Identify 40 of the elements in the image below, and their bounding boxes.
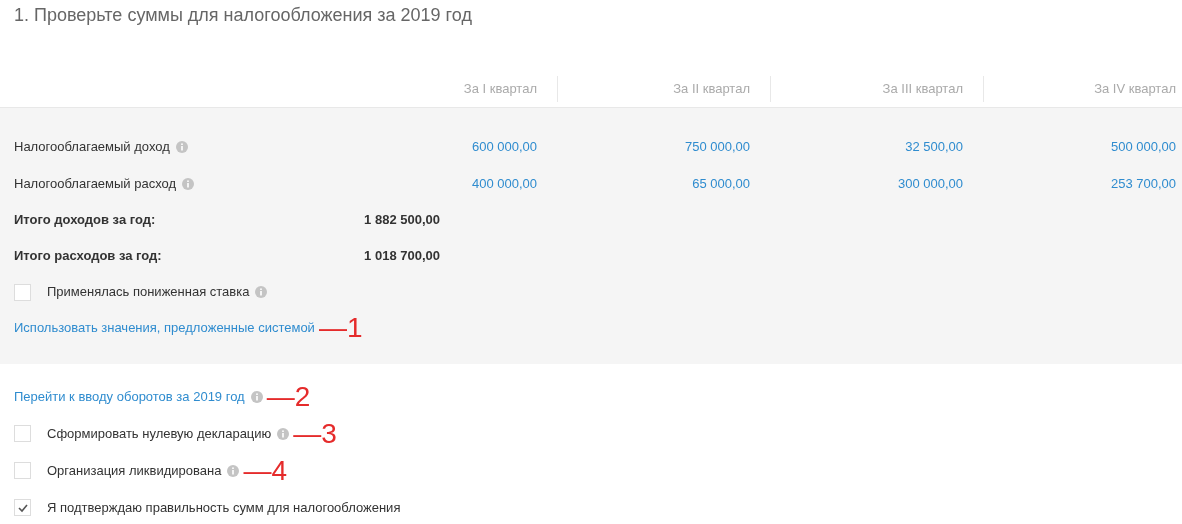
total-label: Итого доходов за год: [14, 211, 157, 230]
annotation-number: —1 [318, 314, 363, 342]
total-label: Итого расходов за год: [14, 247, 163, 266]
amount-link[interactable]: 65 000,00 [543, 173, 756, 194]
checkbox-label: Сформировать нулевую декларацию [47, 424, 272, 443]
checkbox-label: Применялась пониженная ставка [47, 283, 250, 302]
checkbox[interactable] [14, 462, 31, 479]
annotation-number: —3 [293, 419, 337, 448]
info-icon[interactable] [175, 140, 188, 153]
column-header: За IV квартал [983, 75, 1182, 102]
checkbox[interactable] [14, 283, 31, 301]
amount-link[interactable]: 600 000,00 [330, 136, 543, 157]
info-icon[interactable] [250, 390, 263, 403]
total-value: 1 018 700,00 [363, 247, 440, 266]
amount-link[interactable]: 300 000,00 [756, 173, 969, 194]
annotation-number: —4 [243, 456, 287, 485]
annotation-number: —2 [266, 382, 311, 411]
amount-link[interactable]: 500 000,00 [969, 136, 1182, 157]
amount-link[interactable]: 400 000,00 [330, 173, 543, 194]
info-icon[interactable] [182, 177, 195, 190]
checkbox-label: Я подтверждаю правильность сумм для налогообложения [47, 498, 401, 517]
amount-link[interactable]: 32 500,00 [756, 136, 969, 157]
checkbox-label: Организация ликвидирована [47, 461, 222, 480]
checkbox[interactable] [14, 499, 31, 516]
row-label: Налогооблагаемый расход [14, 174, 177, 193]
column-header: За III квартал [770, 75, 969, 102]
row-label: Налогооблагаемый доход [14, 137, 170, 156]
amount-link[interactable]: 253 700,00 [969, 173, 1182, 194]
column-header: За I квартал [462, 79, 538, 98]
checkbox[interactable] [14, 425, 31, 442]
page-title: 1. Проверьте суммы для налогообложения за 2019 год [13, 4, 473, 27]
info-icon[interactable] [227, 464, 240, 477]
info-icon[interactable] [255, 286, 268, 298]
info-icon[interactable] [277, 427, 290, 440]
column-header: За II квартал [557, 75, 756, 102]
total-value: 1 882 500,00 [363, 211, 440, 230]
text-link[interactable]: Использовать значения, предложенные системой [14, 318, 315, 338]
check-icon [17, 502, 28, 513]
amount-link[interactable]: 750 000,00 [543, 136, 756, 157]
text-link[interactable]: Перейти к вводу оборотов за 2019 год [14, 386, 245, 407]
